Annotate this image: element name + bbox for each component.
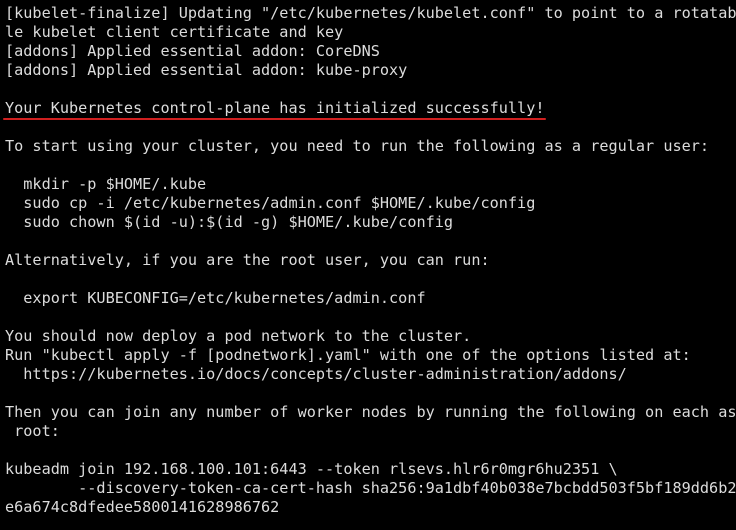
- join-command-line: --discovery-token-ca-cert-hash sha256:9a…: [5, 479, 736, 497]
- success-message-line: Your Kubernetes control-plane has initia…: [5, 99, 545, 117]
- terminal-line: [addons] Applied essential addon: CoreDN…: [5, 42, 380, 60]
- join-command-line: kubeadm join 192.168.100.101:6443 --toke…: [5, 460, 618, 478]
- terminal-line: le kubelet client certificate and key: [5, 23, 344, 41]
- terminal-line: You should now deploy a pod network to t…: [5, 327, 472, 345]
- command-line: export KUBECONFIG=/etc/kubernetes/admin.…: [5, 289, 426, 307]
- red-underline-annotation: [3, 118, 547, 120]
- url-line: https://kubernetes.io/docs/concepts/clus…: [5, 365, 627, 383]
- terminal-line: [addons] Applied essential addon: kube-p…: [5, 61, 408, 79]
- join-command-line: e6a674c8dfedee5800141628986762: [5, 498, 280, 516]
- command-line: sudo chown $(id -u):$(id -g) $HOME/.kube…: [5, 213, 454, 231]
- terminal-window[interactable]: [kubelet-finalize] Updating "/etc/kubern…: [0, 0, 736, 530]
- command-line: mkdir -p $HOME/.kube: [5, 175, 207, 193]
- terminal-line: root:: [5, 422, 60, 440]
- terminal-line: Alternatively, if you are the root user,…: [5, 251, 490, 269]
- terminal-line: Run "kubectl apply -f [podnetwork].yaml"…: [5, 346, 691, 364]
- command-line: sudo cp -i /etc/kubernetes/admin.conf $H…: [5, 194, 536, 212]
- terminal-line: [kubelet-finalize] Updating "/etc/kubern…: [5, 4, 736, 22]
- terminal-line: Then you can join any number of worker n…: [5, 403, 736, 421]
- terminal-line: To start using your cluster, you need to…: [5, 137, 710, 155]
